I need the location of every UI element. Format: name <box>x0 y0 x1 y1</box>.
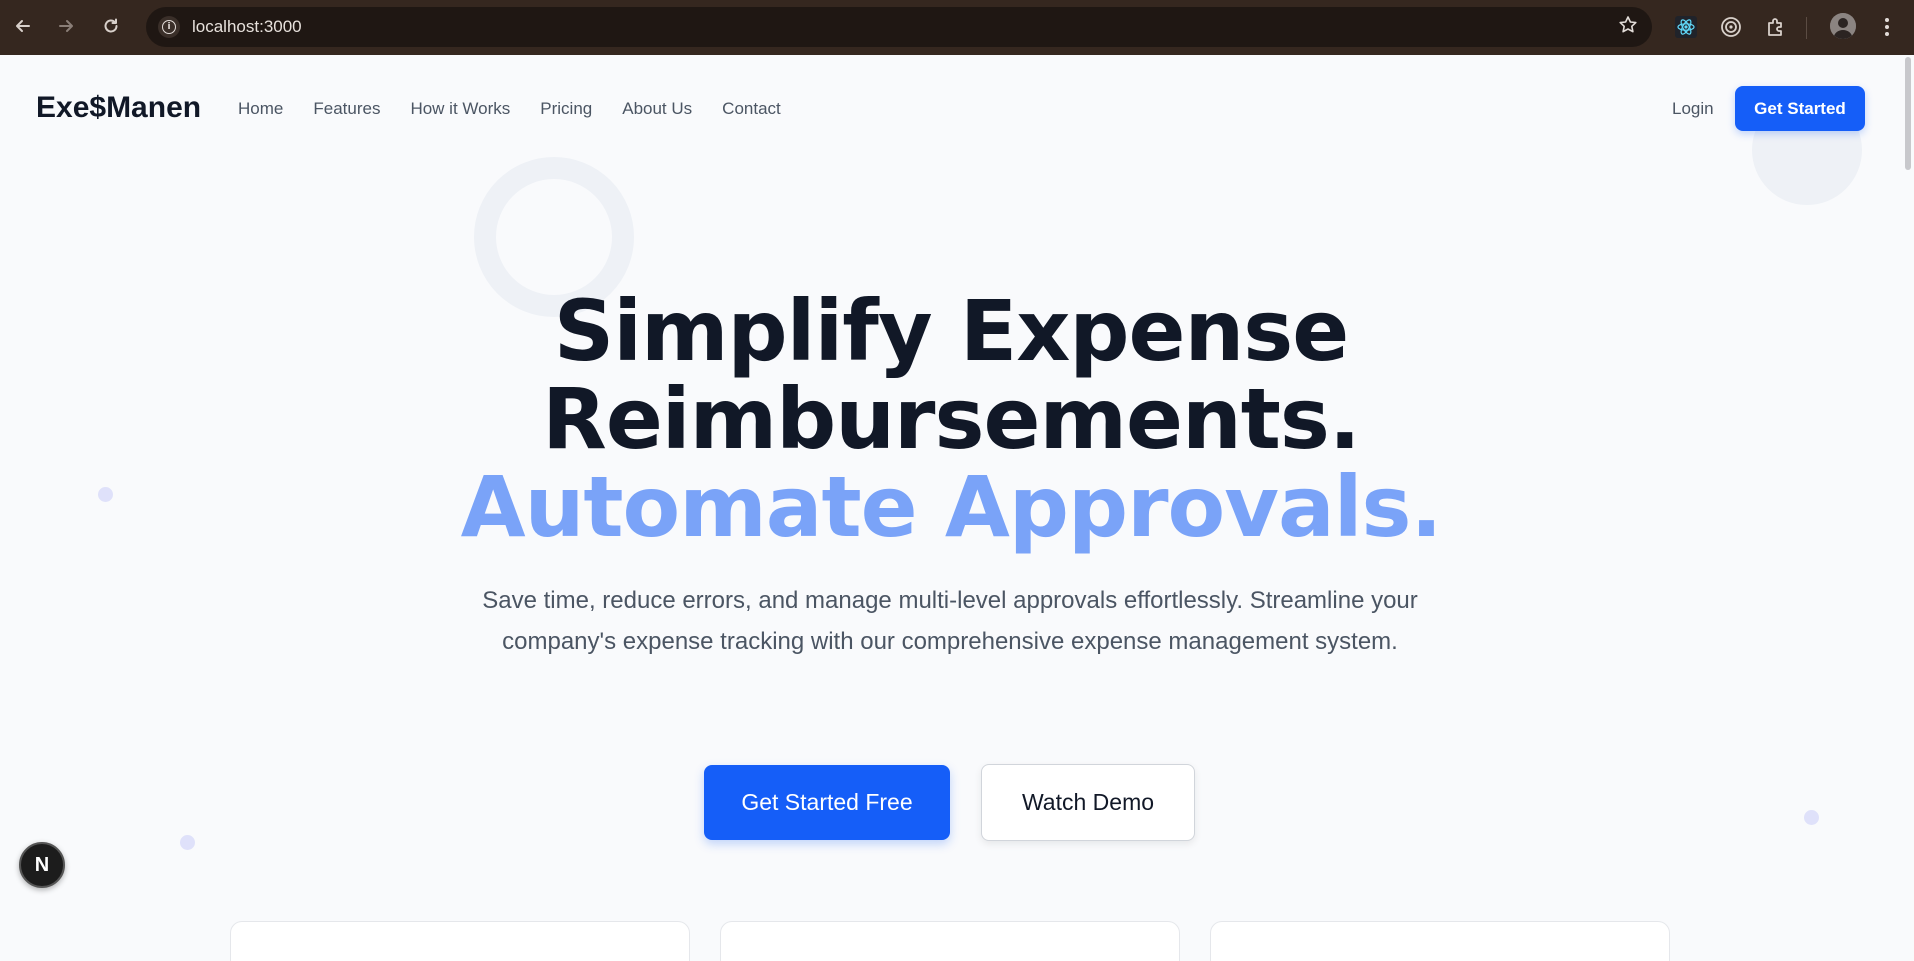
login-link[interactable]: Login <box>1672 99 1714 119</box>
get-started-free-button[interactable]: Get Started Free <box>704 765 950 840</box>
target-icon[interactable] <box>1718 14 1744 40</box>
page-viewport: Exe$Manen Home Features How it Works Pri… <box>0 55 1902 961</box>
nav-pricing[interactable]: Pricing <box>540 99 592 119</box>
nav-how-it-works[interactable]: How it Works <box>410 99 510 119</box>
browser-toolbar: i localhost:3000 <box>0 0 1914 55</box>
nextjs-dev-badge[interactable]: N <box>19 842 65 888</box>
back-icon[interactable] <box>10 13 36 39</box>
info-icon[interactable]: i <box>158 16 180 38</box>
feature-card <box>720 921 1180 961</box>
hero-line-1: Simplify Expense <box>553 282 1350 380</box>
decorative-dot <box>180 835 195 850</box>
reload-icon[interactable] <box>98 13 124 39</box>
page-scrollbar[interactable] <box>1902 55 1914 961</box>
profile-avatar[interactable] <box>1830 13 1856 39</box>
main-nav: Home Features How it Works Pricing About… <box>238 99 811 119</box>
menu-icon[interactable] <box>1874 14 1900 40</box>
nav-contact[interactable]: Contact <box>722 99 781 119</box>
extensions-icon[interactable] <box>1763 14 1789 40</box>
toolbar-separator <box>1806 17 1807 39</box>
hero-line-2: Reimbursements. <box>542 370 1361 468</box>
brand-logo[interactable]: Exe$Manen <box>36 91 201 125</box>
nav-about-us[interactable]: About Us <box>622 99 692 119</box>
nav-home[interactable]: Home <box>238 99 283 119</box>
feature-card <box>1210 921 1670 961</box>
get-started-button[interactable]: Get Started <box>1735 86 1865 131</box>
hero-line-3: Automate Approvals. <box>460 458 1443 556</box>
nav-features[interactable]: Features <box>313 99 380 119</box>
hero-subtitle: Save time, reduce errors, and manage mul… <box>482 587 1418 655</box>
watch-demo-button[interactable]: Watch Demo <box>981 764 1195 841</box>
url-text[interactable]: localhost:3000 <box>192 17 302 37</box>
decorative-dot <box>1804 810 1819 825</box>
address-bar[interactable]: i localhost:3000 <box>146 7 1652 47</box>
forward-icon[interactable] <box>53 13 79 39</box>
scrollbar-thumb[interactable] <box>1905 57 1911 170</box>
star-icon[interactable] <box>1618 15 1638 41</box>
react-devtools-icon[interactable] <box>1673 14 1699 40</box>
feature-card <box>230 921 690 961</box>
